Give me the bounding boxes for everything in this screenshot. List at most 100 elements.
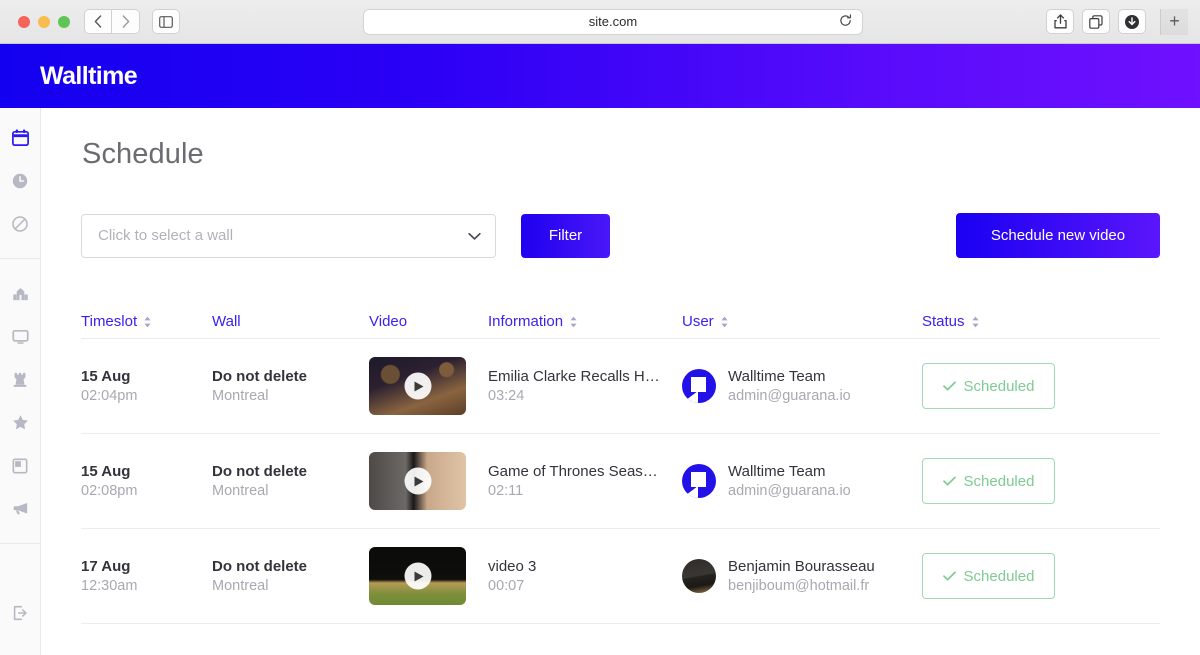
avatar	[682, 559, 716, 593]
video-duration: 00:07	[488, 578, 525, 594]
sidebar-item-logout[interactable]	[0, 591, 41, 634]
sidebar-item-announcements[interactable]	[0, 487, 41, 530]
wall-name: Do not delete	[212, 558, 308, 575]
avatar	[682, 464, 716, 498]
star-icon	[12, 415, 28, 430]
sidebar-item-calendar[interactable]	[0, 116, 41, 159]
status-badge[interactable]: Scheduled	[922, 363, 1055, 409]
browser-navigation	[84, 9, 180, 34]
downloads-button[interactable]	[1118, 9, 1146, 34]
share-button[interactable]	[1046, 9, 1074, 34]
sidebar-item-tower[interactable]	[0, 358, 41, 401]
sort-icon[interactable]	[720, 316, 729, 328]
play-icon[interactable]	[404, 372, 431, 400]
controls-row: Click to select a wall Filter Schedule n…	[81, 213, 1160, 258]
cell-timeslot: 17 Aug 12:30am	[81, 558, 212, 594]
column-header-label: Status	[922, 313, 965, 330]
wall-city: Montreal	[212, 578, 269, 594]
schedule-new-video-button[interactable]: Schedule new video	[956, 213, 1160, 258]
new-tab-label: +	[1169, 11, 1180, 31]
sidebar-item-layout[interactable]	[0, 444, 41, 487]
sidebar-item-favorites[interactable]	[0, 401, 41, 444]
calendar-icon	[11, 129, 29, 146]
table-row[interactable]: 15 Aug 02:08pm Do not delete Montreal Ga…	[81, 434, 1160, 529]
sort-icon[interactable]	[971, 316, 980, 328]
column-header-status[interactable]: Status	[922, 313, 1102, 330]
cell-video	[369, 547, 488, 605]
timeslot-date: 15 Aug	[81, 463, 131, 480]
video-thumbnail[interactable]	[369, 357, 466, 415]
cell-information: video 3 00:07	[488, 558, 682, 594]
video-thumbnail[interactable]	[369, 452, 466, 510]
cell-user: Walltime Team admin@guarana.io	[682, 368, 922, 404]
sidebar-toggle-icon	[159, 15, 173, 28]
cell-wall: Do not delete Montreal	[212, 463, 369, 499]
video-thumbnail[interactable]	[369, 547, 466, 605]
schedule-table: Timeslot Wall Video Information User Sta…	[81, 305, 1160, 624]
status-badge[interactable]: Scheduled	[922, 458, 1055, 504]
logout-icon	[13, 605, 27, 620]
status-label: Scheduled	[963, 472, 1035, 490]
video-title: Game of Thrones Seas…	[488, 463, 658, 480]
app-logo[interactable]: Walltime	[40, 62, 138, 91]
status-label: Scheduled	[963, 377, 1035, 395]
wall-city: Montreal	[212, 388, 269, 404]
play-icon[interactable]	[404, 467, 431, 495]
ban-icon	[12, 215, 28, 232]
sort-icon[interactable]	[143, 316, 152, 328]
table-row[interactable]: 15 Aug 02:04pm Do not delete Montreal Em…	[81, 339, 1160, 434]
maximize-window-button[interactable]	[58, 15, 70, 28]
tab-overview-icon	[1089, 14, 1103, 29]
column-header-wall[interactable]: Wall	[212, 313, 369, 330]
chevron-down-icon	[468, 228, 481, 243]
browser-chrome: site.com +	[0, 0, 1200, 44]
cell-timeslot: 15 Aug 02:08pm	[81, 463, 212, 499]
sidebar-divider-1	[0, 258, 40, 259]
sidebar-item-history[interactable]	[0, 159, 41, 202]
sidebar-item-blocked[interactable]	[0, 202, 41, 245]
minimize-window-button[interactable]	[38, 15, 50, 28]
table-row[interactable]: 17 Aug 12:30am Do not delete Montreal vi…	[81, 529, 1160, 624]
tab-overview-button[interactable]	[1082, 9, 1110, 34]
address-bar-text: site.com	[588, 14, 638, 29]
video-duration: 02:11	[488, 483, 524, 499]
cell-status: Scheduled	[922, 553, 1102, 599]
column-header-video[interactable]: Video	[369, 313, 488, 330]
column-header-label: Timeslot	[81, 313, 138, 330]
column-header-timeslot[interactable]: Timeslot	[81, 313, 212, 330]
clock-icon	[12, 173, 28, 188]
sidebar	[0, 108, 41, 655]
cell-video	[369, 357, 488, 415]
column-header-label: User	[682, 313, 714, 330]
page-title: Schedule	[82, 138, 204, 170]
reload-icon[interactable]	[839, 13, 852, 30]
timeslot-date: 15 Aug	[81, 368, 131, 385]
cell-wall: Do not delete Montreal	[212, 368, 369, 404]
cell-user: Walltime Team admin@guarana.io	[682, 463, 922, 499]
sidebar-item-venue[interactable]	[0, 272, 41, 315]
cell-wall: Do not delete Montreal	[212, 558, 369, 594]
back-button[interactable]	[84, 9, 112, 34]
column-header-user[interactable]: User	[682, 313, 922, 330]
user-email: admin@guarana.io	[728, 483, 851, 499]
table-header-row: Timeslot Wall Video Information User Sta…	[81, 305, 1160, 339]
status-badge[interactable]: Scheduled	[922, 553, 1055, 599]
chevron-right-icon	[122, 15, 129, 28]
close-window-button[interactable]	[18, 15, 30, 28]
timeslot-time: 02:04pm	[81, 388, 138, 404]
sidebar-toggle-button[interactable]	[152, 9, 180, 34]
user-name: Benjamin Bourasseau	[728, 558, 875, 575]
monitor-icon	[11, 329, 29, 344]
user-email: benjiboum@hotmail.fr	[728, 578, 870, 594]
avatar	[682, 369, 716, 403]
sort-icon[interactable]	[569, 316, 578, 328]
column-header-information[interactable]: Information	[488, 313, 682, 330]
address-bar[interactable]: site.com	[363, 8, 863, 35]
forward-button[interactable]	[112, 9, 140, 34]
new-tab-button[interactable]: +	[1160, 8, 1188, 35]
video-title: video 3	[488, 558, 537, 575]
filter-button[interactable]: Filter	[521, 213, 610, 258]
play-icon[interactable]	[404, 562, 431, 590]
sidebar-item-screens[interactable]	[0, 315, 41, 358]
wall-select[interactable]: Click to select a wall	[81, 213, 496, 258]
